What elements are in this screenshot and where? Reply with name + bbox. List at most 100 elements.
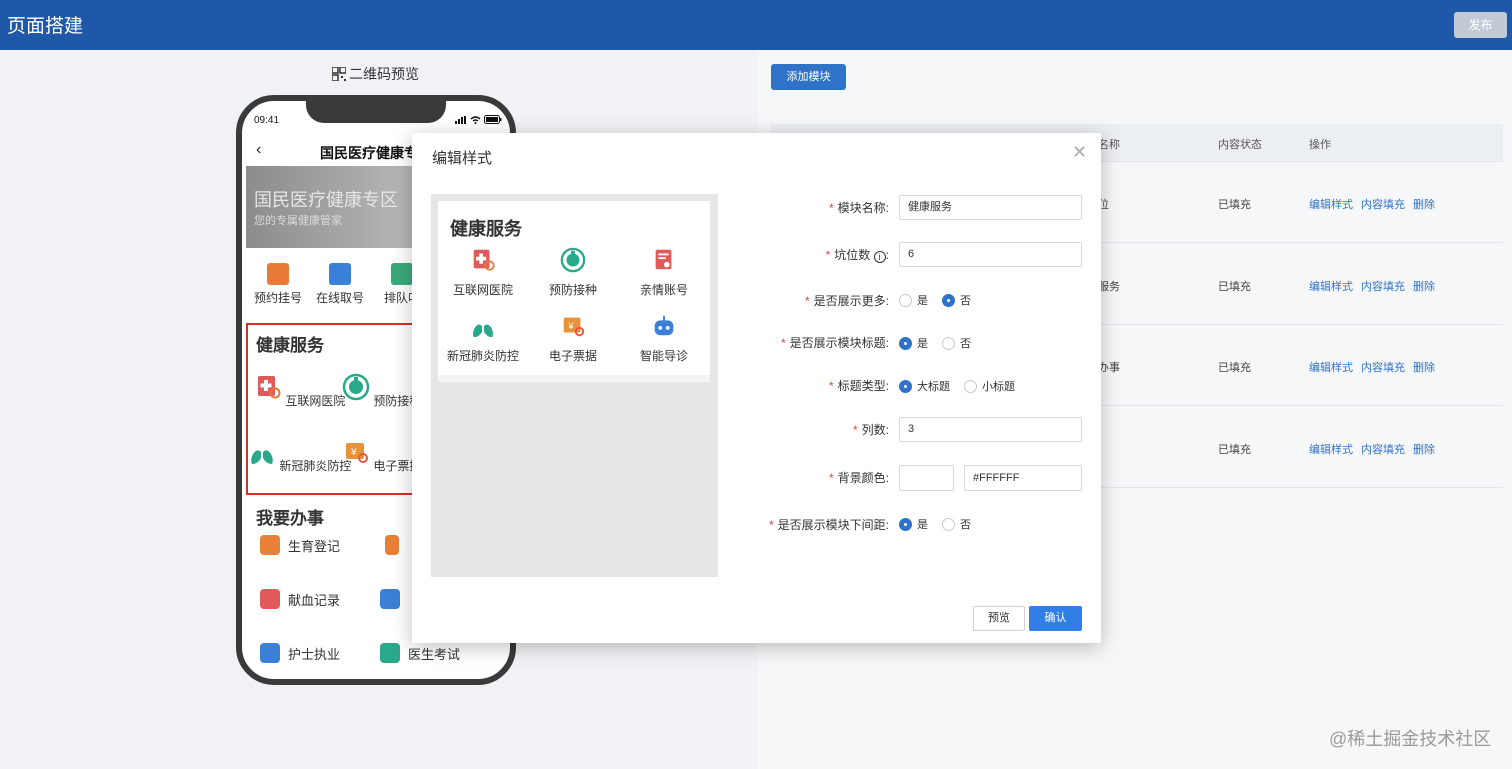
columns-input[interactable]: 3	[899, 417, 1082, 442]
top-bar: 页面搭建 发布	[0, 0, 1512, 50]
confirm-button[interactable]: 确认	[1029, 606, 1082, 631]
baby-icon	[385, 535, 399, 555]
edit-style-link[interactable]: 编辑样式	[1309, 278, 1353, 294]
show-title-no-radio[interactable]: 否	[942, 335, 971, 351]
grid-item[interactable]: ¥ 电子票据	[342, 438, 421, 474]
column-header: 操作	[1309, 139, 1331, 151]
delete-link[interactable]: 删除	[1413, 196, 1435, 212]
todo-item[interactable]: 护士执业	[260, 643, 340, 663]
edit-style-link[interactable]: 编辑样式	[1309, 441, 1353, 457]
preview-grid-item: ¥ 电子票据	[528, 313, 618, 364]
bg-color-input[interactable]: #FFFFFF	[964, 465, 1082, 491]
delete-link[interactable]: 删除	[1413, 441, 1435, 457]
close-icon[interactable]: ✕	[1072, 143, 1087, 161]
phone-banner: 国民医疗健康专区 您的专属健康管家	[246, 166, 414, 248]
info-icon[interactable]: i	[873, 251, 886, 263]
vaccine-icon	[342, 373, 370, 401]
slot-count-input[interactable]: 6	[899, 242, 1082, 267]
preview-module-card: 健康服务 互联网医院 预防接种 亲情账号 新冠肺炎防控 ¥ 电子票据 智能导诊	[438, 201, 710, 375]
edit-style-link[interactable]: 编辑样式	[1309, 196, 1353, 212]
radio-dot-selected	[899, 336, 912, 350]
preview-bottom-gap	[438, 375, 710, 382]
grid-item[interactable]: 预防接种	[342, 373, 421, 409]
bottom-gap-yes-radio[interactable]: 是	[899, 516, 928, 532]
receipt-icon: ¥	[346, 443, 368, 463]
delete-link[interactable]: 删除	[1413, 359, 1435, 375]
table-cell-status: 已填充	[1218, 199, 1251, 211]
slot-count-label: * 坑位数 i:	[825, 248, 889, 263]
radio-dot	[942, 336, 955, 350]
table-cell-status: 已填充	[1218, 444, 1251, 456]
bottom-gap-no-radio[interactable]: 否	[942, 516, 971, 532]
todo-item[interactable]	[385, 535, 399, 555]
phone-notch	[306, 101, 446, 123]
svg-text:¥: ¥	[567, 321, 574, 331]
publish-button[interactable]: 发布	[1454, 12, 1507, 38]
robot-icon	[654, 315, 674, 336]
radio-dot	[964, 379, 977, 393]
preview-grid-item: 预防接种	[528, 247, 618, 298]
show-more-yes-radio[interactable]: 是	[899, 292, 928, 308]
phone-nav-title: 国民医疗健康专	[320, 145, 418, 161]
style-preview-area: 健康服务 互联网医院 预防接种 亲情账号 新冠肺炎防控 ¥ 电子票据 智能导诊	[431, 194, 718, 577]
phone-status-icons	[455, 115, 502, 124]
quick-item[interactable]: 预约挂号	[252, 263, 304, 306]
phone-health-title: 健康服务	[256, 336, 324, 355]
grid-item[interactable]: 互联网医院	[254, 373, 345, 409]
title-type-label: * 标题类型:	[828, 379, 889, 393]
hospital-icon	[258, 376, 281, 399]
back-arrow-icon[interactable]: ‹	[256, 141, 261, 159]
radio-dot-selected	[942, 293, 955, 307]
grid-item[interactable]: 新冠肺炎防控	[248, 438, 351, 474]
column-header: 名称	[1098, 139, 1120, 151]
column-header: 内容状态	[1218, 139, 1262, 151]
title-type-big-radio[interactable]: 大标题	[899, 378, 950, 394]
table-cell-name: 服务	[1098, 281, 1120, 293]
preview-grid-item: 新冠肺炎防控	[438, 313, 528, 364]
table-cell-status: 已填充	[1218, 281, 1251, 293]
add-module-button[interactable]: 添加模块	[771, 64, 846, 90]
todo-item[interactable]: 医生考试	[380, 643, 460, 663]
lungs-icon	[472, 316, 494, 338]
preview-grid-item: 亲情账号	[619, 247, 709, 298]
family-account-icon	[655, 249, 672, 270]
preview-grid-item: 智能导诊	[619, 313, 709, 364]
module-name-input[interactable]: 健康服务	[899, 195, 1082, 220]
fill-content-link[interactable]: 内容填充	[1361, 359, 1405, 375]
todo-item[interactable]: 献血记录	[260, 589, 340, 609]
battery-icon	[484, 115, 502, 124]
edit-style-link[interactable]: 编辑样式	[1309, 359, 1353, 375]
watermark-text: @稀土掘金技术社区	[1329, 729, 1492, 749]
module-name-label: * 模块名称:	[828, 201, 889, 215]
calendar-check-icon	[329, 263, 351, 285]
fill-content-link[interactable]: 内容填充	[1361, 278, 1405, 294]
calendar-icon	[267, 263, 289, 285]
show-title-label: * 是否展示模块标题:	[780, 336, 889, 350]
show-title-yes-radio[interactable]: 是	[899, 335, 928, 351]
quick-item[interactable]: 在线取号	[314, 263, 366, 306]
bg-color-label: * 背景颜色:	[828, 471, 889, 485]
queue-icon	[391, 263, 413, 285]
edit-style-modal: 编辑样式 ✕ 健康服务 互联网医院 预防接种 亲情账号 新冠肺炎防控 ¥ 电子票…	[412, 133, 1101, 643]
radio-dot	[899, 293, 912, 307]
receipt-icon: ¥	[563, 317, 585, 337]
bottom-gap-label: * 是否展示模块下间距:	[768, 518, 889, 532]
page-title: 页面搭建	[7, 16, 84, 37]
todo-item[interactable]	[380, 589, 400, 609]
bg-color-swatch[interactable]	[899, 465, 954, 491]
delete-link[interactable]: 删除	[1413, 278, 1435, 294]
radio-dot-selected	[899, 379, 912, 393]
modal-title: 编辑样式	[432, 150, 493, 167]
title-type-small-radio[interactable]: 小标题	[964, 378, 1015, 394]
qr-code-icon	[332, 67, 346, 81]
qr-preview-link[interactable]: 二维码预览	[332, 64, 419, 84]
fill-content-link[interactable]: 内容填充	[1361, 441, 1405, 457]
show-more-no-radio[interactable]: 否	[942, 292, 971, 308]
phone-todo-title: 我要办事	[256, 509, 324, 528]
preview-module-title: 健康服务	[450, 219, 522, 239]
lungs-icon	[251, 442, 273, 464]
fill-content-link[interactable]: 内容填充	[1361, 196, 1405, 212]
preview-button[interactable]: 预览	[973, 606, 1025, 631]
todo-item[interactable]: 生育登记	[260, 535, 340, 555]
quick-entry-row: 预约挂号 在线取号 排队叫	[252, 263, 428, 306]
